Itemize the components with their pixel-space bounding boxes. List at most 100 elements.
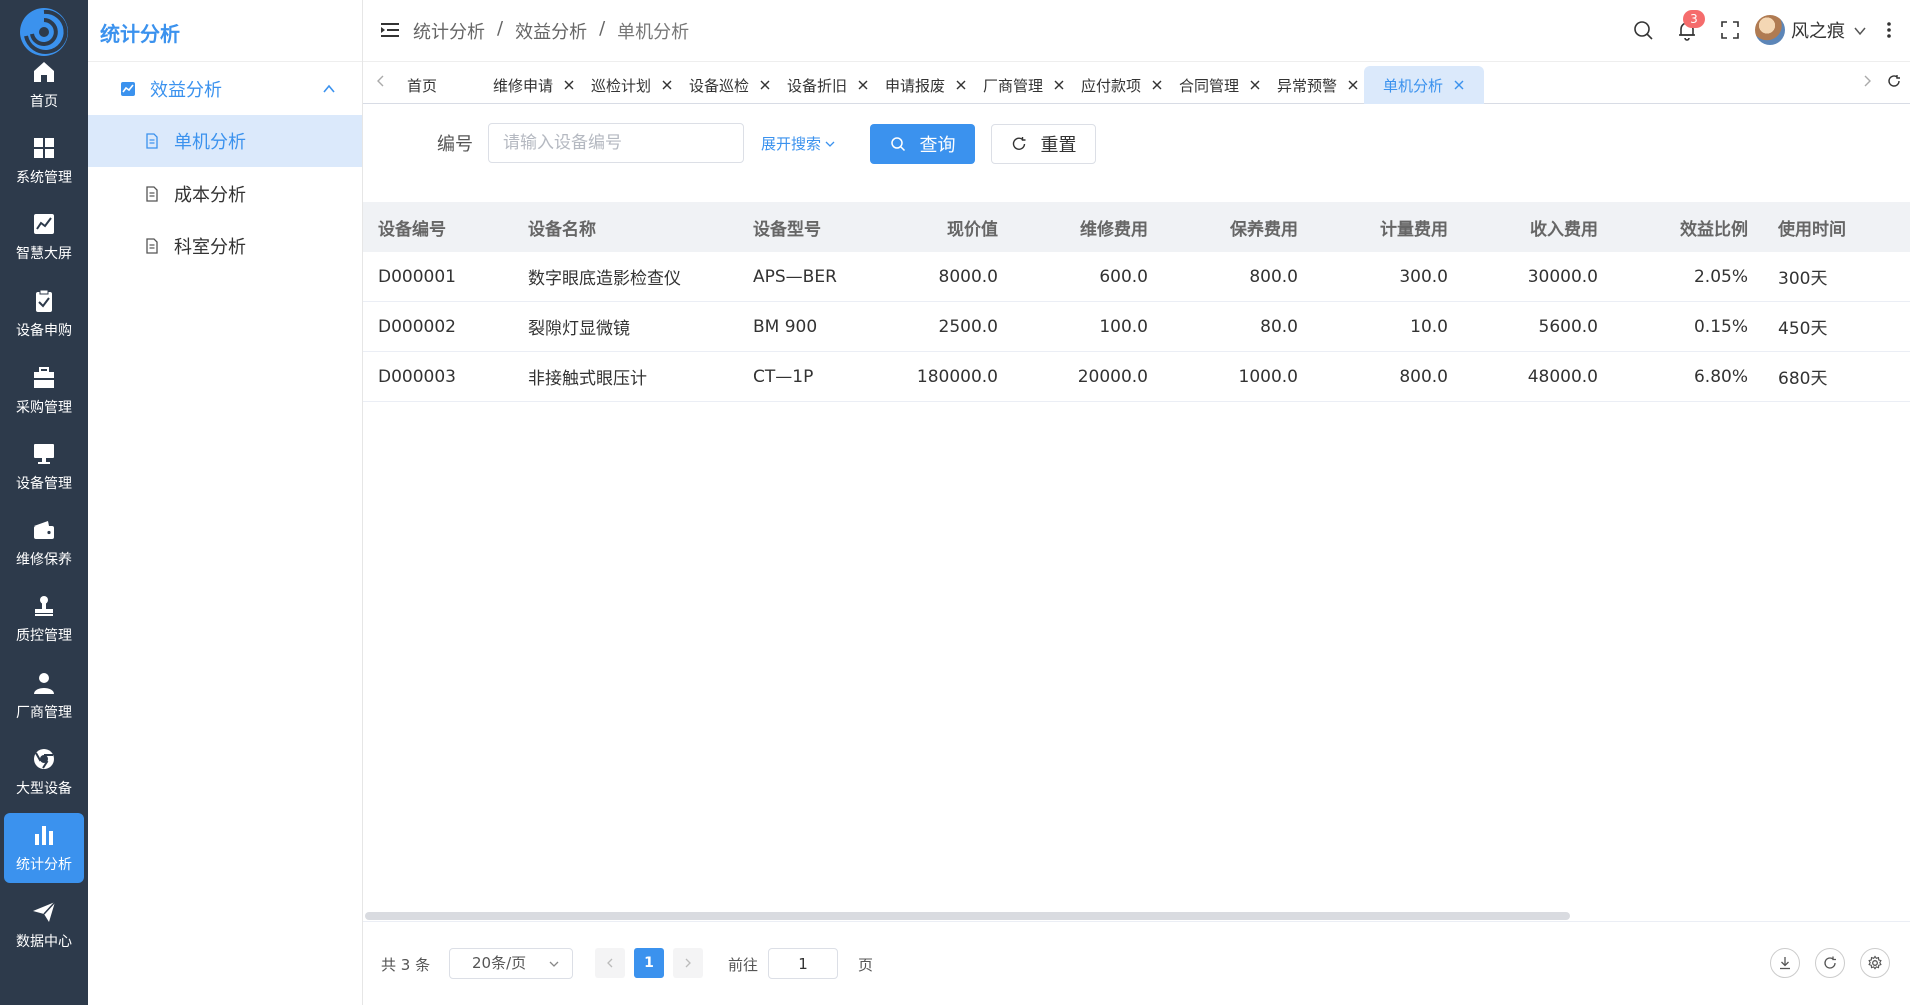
rail-item-procurement[interactable]: 采购管理 [4,356,84,426]
column-header: 设备编号 [378,219,446,240]
rail-item-equipment[interactable]: 设备管理 [4,432,84,502]
chevron-right-icon [685,958,691,968]
close-icon[interactable] [955,79,967,91]
table-cell: 10.0 [1410,316,1448,337]
column-header: 保养费用 [1230,219,1298,240]
chart-line-icon [34,214,54,234]
gear-icon [1868,955,1882,970]
tab-label: 单机分析 [1382,76,1443,95]
tab-item[interactable]: 设备巡检 [683,66,777,104]
rail-item-label: 数据中心 [16,934,72,950]
rail-item-maintenance[interactable]: 维修保养 [4,508,84,578]
submenu-item-cost[interactable]: 成本分析 [88,168,362,220]
table-cell: 48000.0 [1527,366,1598,387]
tab-item[interactable]: 单机分析 [1364,66,1484,104]
code-label: 编号 [437,134,473,155]
rail-item-purchase-request[interactable]: 设备申购 [4,279,84,349]
breadcrumb-separator: / [497,18,504,39]
close-icon[interactable] [1249,79,1261,91]
table-settings-button[interactable] [1860,948,1890,978]
submenu-item-label: 成本分析 [174,185,246,206]
rail-item-vendor[interactable]: 厂商管理 [4,661,84,731]
sub-menu: 统计分析 效益分析 单机分析 成本分析 科室分析 [88,0,363,1005]
horizontal-scrollbar[interactable] [365,912,1570,920]
tab-item[interactable]: 厂商管理 [977,66,1071,104]
close-icon[interactable] [563,79,575,91]
rail-item-statistics[interactable]: 统计分析 [4,813,84,883]
close-icon[interactable] [759,79,771,91]
table-row[interactable]: D000001 数字眼底造影检查仪 APS—BER 8000.0 600.0 800.0 3… [363,252,1910,302]
username[interactable]: 风之痕 [1791,17,1845,43]
rail-item-large-equipment[interactable]: 大型设备 [4,737,84,807]
more-vertical-icon[interactable] [1886,20,1892,40]
chevron-down-icon[interactable] [1853,24,1867,38]
rail-item-label: 质控管理 [16,628,72,644]
submenu-group-label: 效益分析 [150,79,222,101]
tab-item[interactable]: 申请报废 [879,66,973,104]
table-cell: 800.0 [1249,266,1298,287]
tab-item[interactable]: 异常预警 [1271,66,1365,104]
close-icon[interactable] [1453,79,1465,91]
rail-item-data-center[interactable]: 数据中心 [4,890,84,960]
table-row[interactable]: D000002 裂隙灯显微镜 BM 900 2500.0 100.0 80.0 10.0 56… [363,302,1910,352]
user-icon [34,673,54,694]
expand-search-link[interactable]: 展开搜索 [761,133,836,154]
submenu-title: 统计分析 [88,0,362,62]
breadcrumb-current: 单机分析 [617,22,690,43]
close-icon[interactable] [1053,79,1065,91]
search-icon[interactable] [1632,19,1654,41]
rail-item-bigscreen[interactable]: 智慧大屏 [4,202,84,272]
page-number-current[interactable]: 1 [634,948,664,978]
submenu-item-label: 单机分析 [174,132,246,153]
submenu-group-benefit[interactable]: 效益分析 [88,62,362,115]
goto-page-input[interactable] [768,948,838,979]
avatar[interactable] [1755,15,1785,45]
close-icon[interactable] [1151,79,1163,91]
table-row[interactable]: D000003 非接触式眼压计 CT—1P 180000.0 20000.0 1000.0… [363,352,1910,402]
tab-item[interactable]: 维修申请 [487,66,581,104]
next-page-button[interactable] [673,948,703,978]
reset-button[interactable]: 重置 [991,124,1096,164]
briefcase-icon [34,367,54,388]
code-input[interactable] [488,123,744,163]
export-button[interactable] [1770,948,1800,978]
tab-label: 异常预警 [1276,76,1337,95]
tab-item[interactable]: 巡检计划 [585,66,679,104]
submenu-item-label: 科室分析 [174,237,246,258]
rail-item-label: 统计分析 [16,857,72,873]
column-header: 收入费用 [1530,219,1598,240]
chrome-icon [34,749,54,769]
tab-label: 申请报废 [884,76,945,95]
prev-page-button[interactable] [595,948,625,978]
rail-item-label: 设备管理 [16,476,72,492]
column-header: 设备名称 [528,219,596,240]
tab-item[interactable]: 设备折旧 [781,66,875,104]
submenu-item-department[interactable]: 科室分析 [88,220,362,272]
rail-item-quality[interactable]: 质控管理 [4,584,84,654]
hamburger-icon[interactable] [381,22,399,38]
breadcrumb-item[interactable]: 效益分析 [515,18,587,44]
tab-item[interactable]: 合同管理 [1173,66,1267,104]
refresh-table-button[interactable] [1815,948,1845,978]
tab-home[interactable]: 首页 [389,66,455,104]
rail-item-label: 维修保养 [16,552,72,568]
rail-item-home[interactable]: 首页 [4,50,84,120]
query-button[interactable]: 查询 [870,124,975,164]
search-icon [890,137,905,152]
page-size-select[interactable]: 20条/页 [449,948,573,979]
rail-item-label: 设备申购 [16,323,72,339]
document-icon [146,186,158,202]
refresh-icon[interactable] [1887,74,1901,88]
tab-item[interactable]: 应付款项 [1075,66,1169,104]
chevron-left-icon[interactable] [374,74,388,88]
close-icon[interactable] [857,79,869,91]
column-header: 维修费用 [1080,219,1148,240]
chevron-right-icon[interactable] [1860,74,1874,88]
rail-item-system[interactable]: 系统管理 [4,126,84,196]
close-icon[interactable] [661,79,673,91]
rail-item-label: 采购管理 [16,400,72,416]
fullscreen-icon[interactable] [1719,19,1741,41]
breadcrumb-item[interactable]: 统计分析 [413,18,485,44]
submenu-item-single[interactable]: 单机分析 [88,115,362,167]
close-icon[interactable] [1347,79,1359,91]
